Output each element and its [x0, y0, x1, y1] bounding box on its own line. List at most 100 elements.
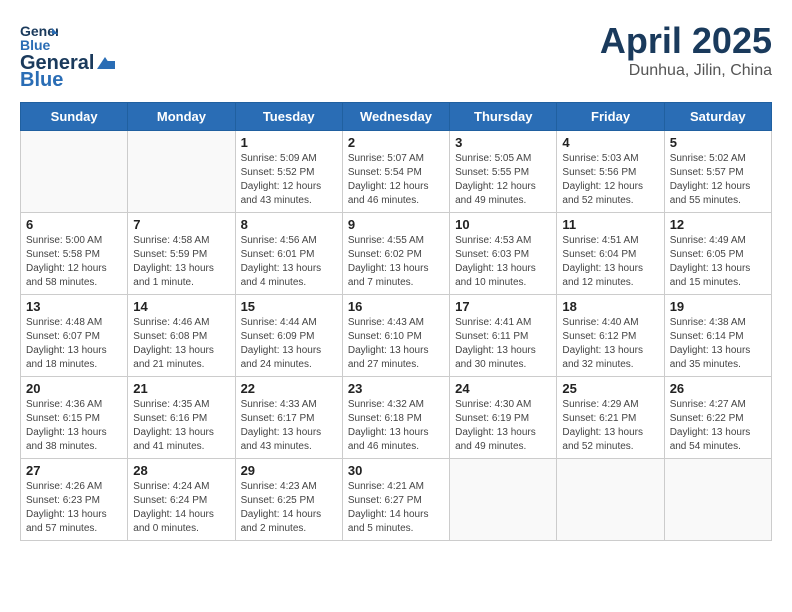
- calendar-day-cell: 28Sunrise: 4:24 AM Sunset: 6:24 PM Dayli…: [128, 459, 235, 541]
- day-number: 14: [133, 299, 229, 314]
- calendar-day-cell: 20 Sunrise: 4:36 AM Sunset: 6:15 PM Dayli…: [21, 377, 128, 459]
- day-number: 29: [241, 463, 337, 478]
- day-number: 1: [241, 135, 337, 150]
- calendar-day-cell: 2 Sunrise: 5:07 AM Sunset: 5:54 PM Daylig…: [342, 131, 449, 213]
- calendar-table: SundayMondayTuesdayWednesdayThursdayFrid…: [20, 102, 772, 541]
- day-number: 15: [241, 299, 337, 314]
- calendar-day-cell: 12 Sunrise: 4:49 AM Sunset: 6:05 PM Dayli…: [664, 213, 771, 295]
- day-info: Sunrise: 4:24 AM Sunset: 6:24 PM Dayligh…: [133, 480, 229, 536]
- weekday-header-row: SundayMondayTuesdayWednesdayThursdayFrid…: [21, 103, 772, 131]
- calendar-day-cell: [128, 131, 235, 213]
- day-info: Sunrise: 5:02 AM Sunset: 5:57 PM Dayligh…: [670, 152, 766, 208]
- calendar-week-row: 1 Sunrise: 5:09 AM Sunset: 5:52 PM Daylig…: [21, 131, 772, 213]
- day-info: Sunrise: 4:23 AM Sunset: 6:25 PM Dayligh…: [241, 480, 337, 536]
- month-title: April 2025: [600, 20, 772, 62]
- page-header: General Blue General Blue April 2025 Dun…: [20, 20, 772, 92]
- day-info: Sunrise: 4:32 AM Sunset: 6:18 PM Dayligh…: [348, 398, 444, 454]
- calendar-day-cell: 6Sunrise: 5:00 AM Sunset: 5:58 PM Daylig…: [21, 213, 128, 295]
- day-info: Sunrise: 4:58 AM Sunset: 5:59 PM Dayligh…: [133, 234, 229, 290]
- calendar-day-cell: 11Sunrise: 4:51 AM Sunset: 6:04 PM Dayli…: [557, 213, 664, 295]
- calendar-day-cell: 16 Sunrise: 4:43 AM Sunset: 6:10 PM Dayli…: [342, 295, 449, 377]
- logo-blue: Blue: [20, 69, 63, 92]
- weekday-header-sunday: Sunday: [21, 103, 128, 131]
- day-info: Sunrise: 4:33 AM Sunset: 6:17 PM Dayligh…: [241, 398, 337, 454]
- calendar-day-cell: 1 Sunrise: 5:09 AM Sunset: 5:52 PM Daylig…: [235, 131, 342, 213]
- day-info: Sunrise: 4:40 AM Sunset: 6:12 PM Dayligh…: [562, 316, 658, 372]
- calendar-week-row: 20 Sunrise: 4:36 AM Sunset: 6:15 PM Dayli…: [21, 377, 772, 459]
- svg-text:Blue: Blue: [20, 37, 51, 52]
- calendar-day-cell: [450, 459, 557, 541]
- day-number: 12: [670, 217, 766, 232]
- day-info: Sunrise: 4:36 AM Sunset: 6:15 PM Dayligh…: [26, 398, 122, 454]
- day-number: 5: [670, 135, 766, 150]
- logo: General Blue General Blue: [20, 20, 116, 92]
- day-number: 17: [455, 299, 551, 314]
- day-number: 3: [455, 135, 551, 150]
- calendar-day-cell: 3 Sunrise: 5:05 AM Sunset: 5:55 PM Daylig…: [450, 131, 557, 213]
- calendar-day-cell: 14 Sunrise: 4:46 AM Sunset: 6:08 PM Dayli…: [128, 295, 235, 377]
- day-info: Sunrise: 5:09 AM Sunset: 5:52 PM Dayligh…: [241, 152, 337, 208]
- calendar-day-cell: 27Sunrise: 4:26 AM Sunset: 6:23 PM Dayli…: [21, 459, 128, 541]
- weekday-header-friday: Friday: [557, 103, 664, 131]
- weekday-header-monday: Monday: [128, 103, 235, 131]
- day-info: Sunrise: 4:44 AM Sunset: 6:09 PM Dayligh…: [241, 316, 337, 372]
- day-number: 21: [133, 381, 229, 396]
- day-info: Sunrise: 4:56 AM Sunset: 6:01 PM Dayligh…: [241, 234, 337, 290]
- day-number: 30: [348, 463, 444, 478]
- day-number: 7: [133, 217, 229, 232]
- day-number: 8: [241, 217, 337, 232]
- calendar-day-cell: 30 Sunrise: 4:21 AM Sunset: 6:27 PM Dayli…: [342, 459, 449, 541]
- day-number: 24: [455, 381, 551, 396]
- calendar-day-cell: 26Sunrise: 4:27 AM Sunset: 6:22 PM Dayli…: [664, 377, 771, 459]
- day-info: Sunrise: 4:26 AM Sunset: 6:23 PM Dayligh…: [26, 480, 122, 536]
- day-info: Sunrise: 4:43 AM Sunset: 6:10 PM Dayligh…: [348, 316, 444, 372]
- calendar-day-cell: 29 Sunrise: 4:23 AM Sunset: 6:25 PM Dayli…: [235, 459, 342, 541]
- calendar-day-cell: 25Sunrise: 4:29 AM Sunset: 6:21 PM Dayli…: [557, 377, 664, 459]
- calendar-day-cell: 19 Sunrise: 4:38 AM Sunset: 6:14 PM Dayli…: [664, 295, 771, 377]
- day-info: Sunrise: 4:21 AM Sunset: 6:27 PM Dayligh…: [348, 480, 444, 536]
- day-number: 18: [562, 299, 658, 314]
- calendar-day-cell: 17 Sunrise: 4:41 AM Sunset: 6:11 PM Dayli…: [450, 295, 557, 377]
- day-number: 13: [26, 299, 122, 314]
- calendar-day-cell: 13Sunrise: 4:48 AM Sunset: 6:07 PM Dayli…: [21, 295, 128, 377]
- day-number: 22: [241, 381, 337, 396]
- day-info: Sunrise: 4:53 AM Sunset: 6:03 PM Dayligh…: [455, 234, 551, 290]
- day-info: Sunrise: 5:07 AM Sunset: 5:54 PM Dayligh…: [348, 152, 444, 208]
- title-block: April 2025 Dunhua, Jilin, China: [600, 20, 772, 80]
- calendar-week-row: 27Sunrise: 4:26 AM Sunset: 6:23 PM Dayli…: [21, 459, 772, 541]
- day-number: 11: [562, 217, 658, 232]
- day-info: Sunrise: 5:03 AM Sunset: 5:56 PM Dayligh…: [562, 152, 658, 208]
- calendar-day-cell: 18 Sunrise: 4:40 AM Sunset: 6:12 PM Dayli…: [557, 295, 664, 377]
- day-info: Sunrise: 4:38 AM Sunset: 6:14 PM Dayligh…: [670, 316, 766, 372]
- weekday-header-wednesday: Wednesday: [342, 103, 449, 131]
- day-number: 19: [670, 299, 766, 314]
- day-info: Sunrise: 4:46 AM Sunset: 6:08 PM Dayligh…: [133, 316, 229, 372]
- day-number: 23: [348, 381, 444, 396]
- day-number: 2: [348, 135, 444, 150]
- calendar-day-cell: 5 Sunrise: 5:02 AM Sunset: 5:57 PM Daylig…: [664, 131, 771, 213]
- day-info: Sunrise: 4:30 AM Sunset: 6:19 PM Dayligh…: [455, 398, 551, 454]
- weekday-header-thursday: Thursday: [450, 103, 557, 131]
- day-info: Sunrise: 5:00 AM Sunset: 5:58 PM Dayligh…: [26, 234, 122, 290]
- day-info: Sunrise: 4:55 AM Sunset: 6:02 PM Dayligh…: [348, 234, 444, 290]
- calendar-day-cell: 22 Sunrise: 4:33 AM Sunset: 6:17 PM Dayli…: [235, 377, 342, 459]
- day-info: Sunrise: 5:05 AM Sunset: 5:55 PM Dayligh…: [455, 152, 551, 208]
- calendar-day-cell: [557, 459, 664, 541]
- day-number: 10: [455, 217, 551, 232]
- calendar-day-cell: 15 Sunrise: 4:44 AM Sunset: 6:09 PM Dayli…: [235, 295, 342, 377]
- day-number: 16: [348, 299, 444, 314]
- day-number: 9: [348, 217, 444, 232]
- day-number: 20: [26, 381, 122, 396]
- calendar-week-row: 13Sunrise: 4:48 AM Sunset: 6:07 PM Dayli…: [21, 295, 772, 377]
- calendar-day-cell: 24 Sunrise: 4:30 AM Sunset: 6:19 PM Dayli…: [450, 377, 557, 459]
- calendar-day-cell: 23 Sunrise: 4:32 AM Sunset: 6:18 PM Dayli…: [342, 377, 449, 459]
- day-info: Sunrise: 4:49 AM Sunset: 6:05 PM Dayligh…: [670, 234, 766, 290]
- location-subtitle: Dunhua, Jilin, China: [600, 62, 772, 80]
- logo-triangle-icon: [95, 55, 115, 73]
- weekday-header-tuesday: Tuesday: [235, 103, 342, 131]
- day-info: Sunrise: 4:29 AM Sunset: 6:21 PM Dayligh…: [562, 398, 658, 454]
- calendar-week-row: 6Sunrise: 5:00 AM Sunset: 5:58 PM Daylig…: [21, 213, 772, 295]
- day-info: Sunrise: 4:41 AM Sunset: 6:11 PM Dayligh…: [455, 316, 551, 372]
- calendar-day-cell: [664, 459, 771, 541]
- calendar-day-cell: 4Sunrise: 5:03 AM Sunset: 5:56 PM Daylig…: [557, 131, 664, 213]
